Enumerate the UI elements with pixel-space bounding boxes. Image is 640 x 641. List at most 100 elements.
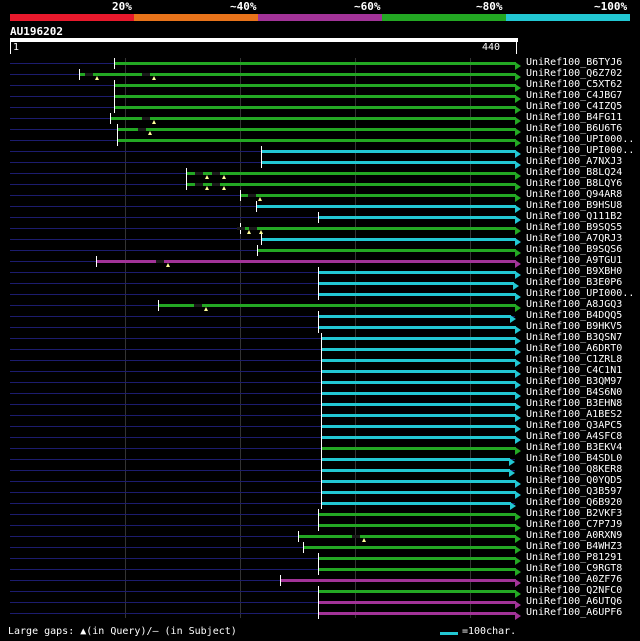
alignment-bar[interactable] bbox=[318, 271, 516, 274]
band-red bbox=[10, 14, 134, 21]
alignment-start-tick bbox=[320, 399, 322, 410]
alignment-bar[interactable] bbox=[320, 458, 511, 461]
alignment-bar[interactable] bbox=[318, 601, 516, 604]
scale-label: =100char. bbox=[462, 626, 517, 637]
identity-color-bands bbox=[10, 14, 630, 21]
alignment-start-tick bbox=[113, 80, 115, 91]
band-orange bbox=[134, 14, 258, 21]
alignment-bar[interactable] bbox=[320, 348, 516, 351]
alignment-bar[interactable] bbox=[318, 216, 516, 219]
alignment-bar[interactable] bbox=[158, 304, 516, 307]
ruler-start-tick bbox=[10, 42, 11, 54]
scale-bar bbox=[440, 632, 458, 635]
alignment-bar[interactable] bbox=[318, 612, 516, 615]
band-purple bbox=[258, 14, 382, 21]
alignment-start-tick bbox=[320, 443, 322, 454]
alignment-bar[interactable] bbox=[320, 381, 516, 384]
ruler-start-label: 1 bbox=[13, 42, 20, 53]
alignment-bar[interactable] bbox=[318, 326, 516, 329]
ruler-end-tick bbox=[516, 42, 517, 54]
alignment-bar[interactable] bbox=[113, 95, 516, 98]
hit-row[interactable]: UniRef100_A6UPF6 bbox=[0, 607, 640, 620]
alignment-start-tick bbox=[79, 69, 80, 80]
alignment-start-tick bbox=[318, 322, 320, 333]
alignment-bar[interactable] bbox=[320, 491, 516, 494]
alignment-bar[interactable] bbox=[113, 106, 516, 109]
subject-gap bbox=[85, 73, 94, 76]
subject-gap bbox=[138, 128, 147, 131]
subject-gap bbox=[352, 535, 361, 538]
alignment-start-tick bbox=[303, 542, 305, 553]
identity-label-100: ~100% bbox=[594, 0, 628, 13]
alignment-bar[interactable] bbox=[318, 557, 516, 560]
alignment-start-tick bbox=[113, 91, 115, 102]
band-green bbox=[382, 14, 506, 21]
alignment-start-tick bbox=[257, 245, 259, 256]
identity-label-80: ~80% bbox=[476, 0, 503, 13]
alignment-bar[interactable] bbox=[185, 183, 516, 186]
alignment-bar[interactable] bbox=[240, 227, 516, 230]
alignment-start-tick bbox=[113, 102, 115, 113]
alignment-start-tick bbox=[116, 124, 118, 135]
subject-gap bbox=[194, 183, 203, 186]
alignment-bar[interactable] bbox=[320, 370, 516, 373]
alignment-start-tick bbox=[318, 586, 320, 597]
alignment-bar[interactable] bbox=[116, 139, 516, 142]
alignment-bar[interactable] bbox=[318, 568, 516, 571]
alignment-bar[interactable] bbox=[260, 150, 516, 153]
identity-label-60: ~60% bbox=[354, 0, 381, 13]
alignment-bar[interactable] bbox=[113, 84, 516, 87]
alignment-bar[interactable] bbox=[320, 337, 516, 340]
identity-scale-labels: 20% ~40% ~60% ~80% ~100% bbox=[0, 0, 640, 14]
alignment-bar[interactable] bbox=[320, 480, 516, 483]
alignment-bar[interactable] bbox=[297, 535, 516, 538]
alignment-start-tick bbox=[318, 267, 320, 278]
alignment-bar[interactable] bbox=[318, 315, 512, 318]
alignment-bar[interactable] bbox=[110, 117, 516, 120]
alignment-bar[interactable] bbox=[320, 502, 512, 505]
alignment-bar[interactable] bbox=[320, 447, 516, 450]
alignment-bar[interactable] bbox=[185, 172, 516, 175]
alignment-bar[interactable] bbox=[256, 205, 516, 208]
alignment-start-tick bbox=[320, 498, 322, 509]
alignment-bar[interactable] bbox=[318, 524, 516, 527]
alignment-bar[interactable] bbox=[318, 590, 516, 593]
ruler-end-label: 440 bbox=[482, 42, 501, 53]
alignment-start-tick bbox=[113, 58, 115, 69]
alignment-bar[interactable] bbox=[320, 359, 516, 362]
alignment-bar[interactable] bbox=[240, 194, 516, 197]
alignment-bar[interactable] bbox=[320, 469, 511, 472]
subject-gap bbox=[141, 73, 150, 76]
alignment-start-tick bbox=[260, 157, 262, 168]
alignment-bar[interactable] bbox=[303, 546, 516, 549]
alignment-bar[interactable] bbox=[318, 293, 516, 296]
alignment-bar[interactable] bbox=[320, 403, 516, 406]
alignment-start-tick bbox=[320, 476, 322, 487]
alignment-bar[interactable] bbox=[116, 128, 516, 131]
subject-gap bbox=[211, 183, 220, 186]
alignment-start-tick bbox=[318, 212, 320, 223]
alignment-bar[interactable] bbox=[280, 579, 516, 582]
subject-gap bbox=[155, 260, 164, 263]
alignment-bar[interactable] bbox=[257, 249, 516, 252]
band-cyan bbox=[506, 14, 630, 21]
alignment-bar[interactable] bbox=[320, 414, 516, 417]
alignment-bar[interactable] bbox=[320, 436, 516, 439]
hit-label[interactable]: UniRef100_A6UPF6 bbox=[526, 607, 622, 619]
alignment-bar[interactable] bbox=[318, 282, 514, 285]
alignment-start-tick bbox=[320, 432, 322, 443]
alignment-bar[interactable] bbox=[113, 62, 516, 65]
alignment-bar[interactable] bbox=[260, 238, 516, 241]
alignment-bar[interactable] bbox=[320, 425, 516, 428]
alignment-bar[interactable] bbox=[320, 392, 516, 395]
alignment-start-tick bbox=[318, 289, 320, 300]
alignment-start-tick bbox=[256, 201, 258, 212]
alignment-start-tick bbox=[280, 575, 282, 586]
alignment-bar[interactable] bbox=[260, 161, 516, 164]
alignment-start-tick bbox=[260, 146, 262, 157]
alignment-start-tick bbox=[96, 256, 98, 267]
alignment-start-tick bbox=[320, 344, 322, 355]
identity-label-20: 20% bbox=[112, 0, 132, 13]
alignment-bar[interactable] bbox=[318, 513, 516, 516]
alignment-start-tick bbox=[158, 300, 160, 311]
